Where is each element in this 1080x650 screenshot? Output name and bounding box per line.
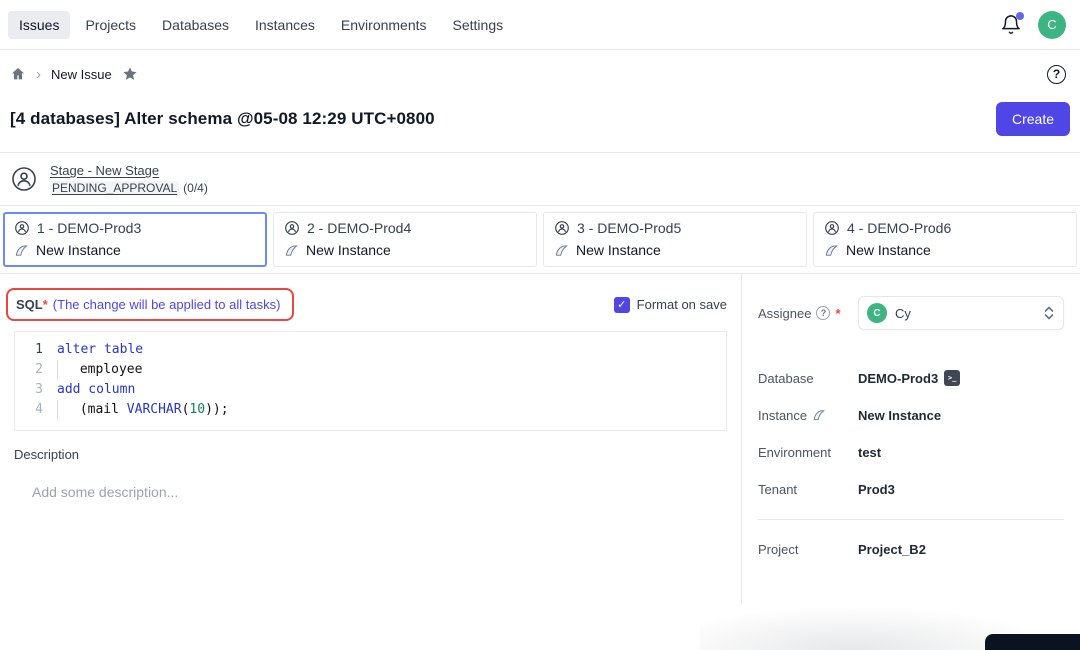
- assignee-name: Cy: [895, 306, 1035, 321]
- stage-approver-icon: [10, 165, 38, 193]
- sql-token: add column: [57, 382, 135, 397]
- database-label: Database: [758, 371, 814, 386]
- line-number: 4: [15, 400, 57, 420]
- indent-guide: [57, 360, 72, 380]
- sql-editor[interactable]: 1 alter table 2 employee 3 add column 4 …: [14, 331, 727, 431]
- notification-dot: [1016, 12, 1024, 20]
- task-tabs: 1 - DEMO-Prod3 New Instance 2 - DEMO-Pro…: [0, 206, 1080, 273]
- instance-value: New Instance: [858, 408, 941, 423]
- engine-icon: [812, 408, 826, 422]
- code-line: 4 (mail VARCHAR(10));: [15, 400, 726, 420]
- assignee-select[interactable]: C Cy: [858, 296, 1064, 330]
- task-instance: New Instance: [306, 242, 391, 258]
- person-circle-icon: [284, 220, 300, 236]
- person-circle-icon: [554, 220, 570, 236]
- indent-guide: [57, 400, 72, 420]
- tenant-value: Prod3: [858, 482, 895, 497]
- breadcrumb-page-label: New Issue: [51, 67, 112, 82]
- environment-value: test: [858, 445, 881, 460]
- task-title: 4 - DEMO-Prod6: [847, 220, 951, 236]
- top-navigation: Issues Projects Databases Instances Envi…: [0, 0, 1080, 50]
- code-line: 2 employee: [15, 360, 726, 380]
- stage-section: Stage - New Stage PENDING_APPROVAL (0/4): [0, 153, 1080, 205]
- issue-sidebar: Assignee ? * C Cy Database: [742, 274, 1080, 604]
- environment-label: Environment: [758, 445, 831, 460]
- page-title: [4 databases] Alter schema @05-08 12:29 …: [10, 109, 435, 129]
- line-number: 2: [15, 360, 57, 380]
- task-card-3[interactable]: 3 - DEMO-Prod5 New Instance: [543, 212, 807, 267]
- description-label: Description: [14, 447, 727, 462]
- sql-label-highlight-box: SQL* (The change will be applied to all …: [6, 288, 294, 321]
- assignee-help-icon[interactable]: ?: [816, 306, 830, 320]
- code-line: 3 add column: [15, 380, 726, 400]
- stage-name-link[interactable]: Stage - New Stage: [50, 163, 208, 178]
- sql-token: employee: [72, 362, 142, 377]
- sql-note: (The change will be applied to all tasks…: [53, 297, 281, 312]
- line-number: 1: [15, 340, 57, 360]
- nav-item-settings[interactable]: Settings: [442, 11, 515, 39]
- breadcrumb-separator: ›: [36, 67, 41, 82]
- help-icon[interactable]: ?: [1047, 65, 1066, 84]
- engine-icon: [554, 243, 569, 258]
- nav-item-projects[interactable]: Projects: [74, 11, 147, 39]
- main-nav: Issues Projects Databases Instances Envi…: [8, 11, 514, 39]
- select-chevrons-icon: [1043, 305, 1055, 321]
- task-instance: New Instance: [36, 242, 121, 258]
- stage-progress: (0/4): [183, 181, 208, 195]
- task-card-2[interactable]: 2 - DEMO-Prod4 New Instance: [273, 212, 537, 267]
- assignee-label: Assignee: [758, 306, 811, 321]
- task-title: 1 - DEMO-Prod3: [37, 220, 141, 236]
- person-circle-icon: [824, 220, 840, 236]
- assignee-required-mark: *: [835, 306, 840, 321]
- sql-token: VARCHAR: [127, 402, 182, 417]
- breadcrumb: › New Issue ?: [0, 56, 1080, 92]
- engine-icon: [284, 243, 299, 258]
- nav-item-environments[interactable]: Environments: [330, 11, 438, 39]
- app-window: Issues Projects Databases Instances Envi…: [0, 0, 1080, 650]
- stage-status-badge[interactable]: PENDING_APPROVAL: [50, 181, 179, 195]
- person-circle-icon: [14, 220, 30, 236]
- task-instance: New Instance: [576, 242, 661, 258]
- sql-token: ));: [205, 402, 228, 417]
- tenant-label: Tenant: [758, 482, 797, 497]
- sql-token: (mail: [72, 402, 127, 417]
- notification-bell-icon[interactable]: [1000, 14, 1022, 36]
- engine-icon: [824, 243, 839, 258]
- line-number: 3: [15, 380, 57, 400]
- sql-token: 10: [189, 402, 205, 417]
- page-header: [4 databases] Alter schema @05-08 12:29 …: [0, 92, 1080, 152]
- task-title: 2 - DEMO-Prod4: [307, 220, 411, 236]
- assignee-avatar: C: [867, 303, 887, 323]
- bottom-right-overlay: [985, 634, 1080, 650]
- sql-editor-terminal-icon[interactable]: >_: [944, 370, 960, 386]
- format-on-save-label: Format on save: [637, 297, 727, 312]
- format-on-save-checkbox[interactable]: ✓: [614, 297, 630, 313]
- sidebar-divider: [758, 519, 1064, 520]
- task-card-4[interactable]: 4 - DEMO-Prod6 New Instance: [813, 212, 1077, 267]
- nav-item-instances[interactable]: Instances: [244, 11, 326, 39]
- task-title: 3 - DEMO-Prod5: [577, 220, 681, 236]
- task-instance: New Instance: [846, 242, 931, 258]
- task-card-1[interactable]: 1 - DEMO-Prod3 New Instance: [3, 212, 267, 267]
- sql-token: alter table: [57, 342, 143, 357]
- database-value: DEMO-Prod3: [858, 371, 938, 386]
- sql-required-mark: *: [43, 297, 48, 312]
- engine-icon: [14, 243, 29, 258]
- home-icon[interactable]: [10, 66, 26, 82]
- description-input[interactable]: Add some description...: [32, 484, 727, 500]
- instance-label: Instance: [758, 408, 807, 423]
- create-button[interactable]: Create: [996, 102, 1070, 136]
- sql-label: SQL: [16, 297, 43, 312]
- project-value: Project_B2: [858, 542, 926, 557]
- nav-item-issues[interactable]: Issues: [8, 11, 70, 39]
- star-icon[interactable]: [122, 66, 138, 82]
- project-label: Project: [758, 542, 798, 557]
- sql-panel: SQL* (The change will be applied to all …: [0, 274, 742, 604]
- user-avatar[interactable]: C: [1038, 11, 1066, 39]
- code-line: 1 alter table: [15, 340, 726, 360]
- nav-item-databases[interactable]: Databases: [151, 11, 240, 39]
